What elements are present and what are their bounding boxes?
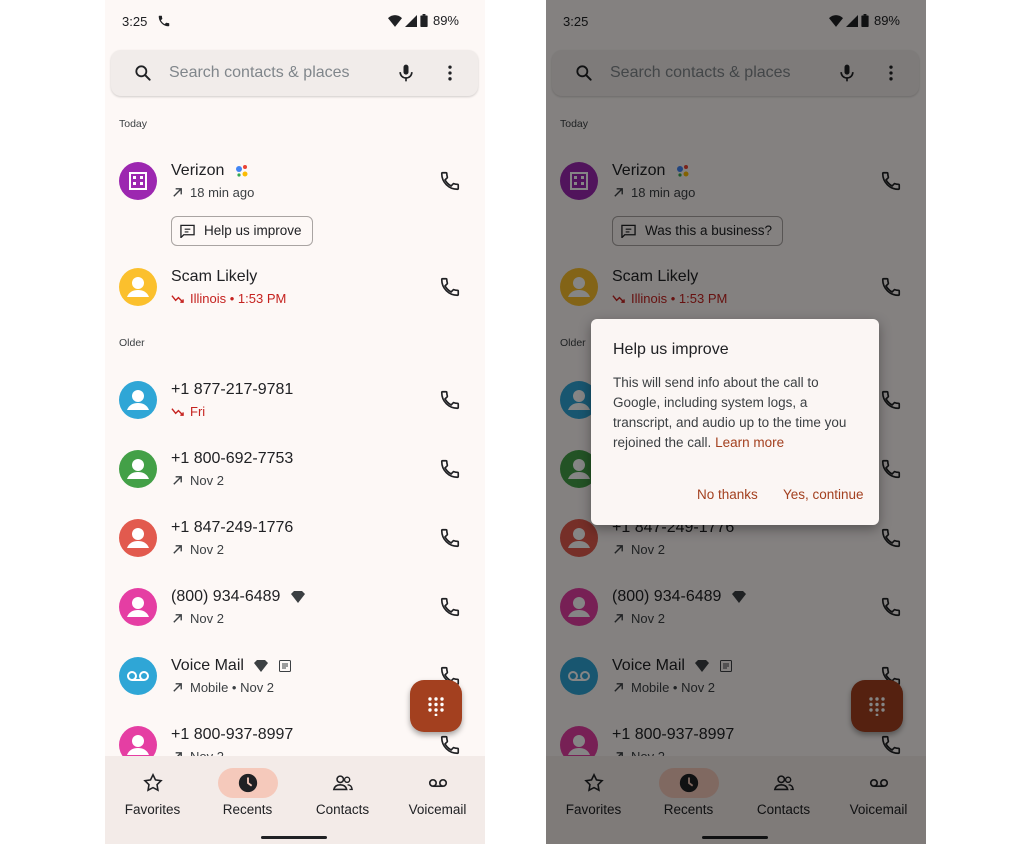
call-log-item[interactable]: +1 800-692-7753 Nov 2: [105, 438, 485, 500]
feedback-icon: [180, 224, 195, 238]
no-thanks-button[interactable]: No thanks: [697, 487, 758, 502]
call-back-icon[interactable]: [439, 458, 461, 480]
call-log-item[interactable]: +1 877-217-9781 Fri: [105, 369, 485, 431]
avatar: [119, 381, 157, 419]
nav-label: Favorites: [124, 802, 181, 817]
outgoing-call-icon: [173, 188, 182, 197]
call-back-icon[interactable]: [439, 276, 461, 298]
outgoing-call-icon: [173, 476, 182, 485]
outgoing-call-icon: [173, 683, 182, 692]
battery-icon: [420, 14, 428, 27]
verified-icon: [254, 659, 269, 672]
outgoing-call-icon: [173, 545, 182, 554]
assistant-icon: [235, 164, 248, 177]
call-log-item[interactable]: Verizon 18 min ago: [105, 150, 485, 212]
avatar: [119, 588, 157, 626]
missed-call-icon: [171, 295, 184, 303]
search-icon: [135, 65, 151, 81]
contact-name: +1 800-937-8997: [171, 726, 294, 743]
nav-recents[interactable]: Recents: [200, 756, 295, 844]
people-icon: [332, 775, 353, 791]
voicemail-icon: [428, 778, 447, 788]
microphone-icon[interactable]: [396, 62, 416, 84]
contact-name: +1 847-249-1776: [171, 519, 294, 536]
help-us-improve-dialog: Help us improve This will send info abou…: [591, 319, 879, 525]
nav-label: Voicemail: [408, 802, 467, 817]
section-header-older: Older: [119, 337, 145, 349]
business-icon: [119, 162, 157, 200]
call-back-icon[interactable]: [439, 389, 461, 411]
call-detail: 18 min ago: [171, 185, 254, 200]
ongoing-call-icon: [158, 15, 170, 27]
star-icon: [142, 772, 163, 792]
learn-more-link[interactable]: Learn more: [715, 435, 784, 450]
contact-name: Voice Mail: [171, 657, 291, 675]
avatar: [119, 268, 157, 306]
yes-continue-button[interactable]: Yes, continue: [783, 487, 864, 502]
search-input[interactable]: Search contacts & places: [169, 64, 350, 82]
contact-name: Scam Likely: [171, 268, 258, 285]
bottom-navigation: Favorites Recents Contacts Voicemail: [105, 756, 485, 844]
avatar: [119, 657, 157, 695]
help-us-improve-chip[interactable]: Help us improve: [171, 216, 313, 246]
nav-label: Contacts: [315, 802, 370, 817]
nav-voicemail[interactable]: Voicemail: [390, 756, 485, 844]
call-log-item[interactable]: (800) 934-6489 Nov 2: [105, 576, 485, 638]
call-detail: Nov 2: [171, 473, 224, 488]
clock-icon: [238, 773, 257, 793]
battery-percent: 89%: [432, 13, 459, 28]
person-icon: [119, 519, 157, 557]
verified-icon: [290, 590, 305, 603]
contact-name: +1 877-217-9781: [171, 381, 294, 398]
outgoing-call-icon: [173, 614, 182, 623]
contact-name: (800) 934-6489: [171, 588, 305, 606]
wifi-icon: [387, 14, 402, 27]
status-bar: 3:25 89%: [105, 0, 485, 44]
search-bar[interactable]: Search contacts & places: [111, 50, 478, 96]
person-icon: [119, 381, 157, 419]
contact-name: +1 800-692-7753: [171, 450, 294, 467]
avatar: [119, 162, 157, 200]
more-options-icon[interactable]: [440, 63, 460, 83]
call-detail: Mobile • Nov 2: [171, 680, 274, 695]
call-back-icon[interactable]: [439, 596, 461, 618]
section-header-today: Today: [119, 118, 148, 130]
status-time: 3:25: [122, 14, 148, 29]
call-log-item[interactable]: Scam Likely Illinois • 1:53 PM: [105, 256, 485, 318]
person-icon: [119, 268, 157, 306]
call-detail: Nov 2: [171, 611, 224, 626]
call-detail: Fri: [171, 404, 205, 419]
dialog-body: This will send info about the call to Go…: [613, 375, 847, 450]
transcript-icon: [278, 659, 291, 672]
avatar: [119, 519, 157, 557]
gesture-bar: [261, 836, 327, 839]
person-icon: [119, 588, 157, 626]
phone-screen-left: 3:25 89% Search contacts & places Today …: [105, 0, 485, 844]
nav-label: Recents: [222, 802, 273, 817]
dialpad-icon: [428, 697, 444, 716]
signal-icon: [404, 14, 417, 27]
missed-call-icon: [171, 408, 184, 416]
call-back-icon[interactable]: [439, 734, 461, 756]
dialpad-button[interactable]: [410, 680, 462, 732]
voicemail-icon: [119, 657, 157, 695]
avatar: [119, 450, 157, 488]
call-log-item[interactable]: +1 847-249-1776 Nov 2: [105, 507, 485, 569]
call-back-icon[interactable]: [439, 170, 461, 192]
call-detail: Illinois • 1:53 PM: [171, 291, 286, 306]
nav-favorites[interactable]: Favorites: [105, 756, 200, 844]
contact-name: Verizon: [171, 162, 249, 180]
person-icon: [119, 450, 157, 488]
call-detail: Nov 2: [171, 542, 224, 557]
nav-contacts[interactable]: Contacts: [295, 756, 390, 844]
call-back-icon[interactable]: [439, 527, 461, 549]
phone-screen-right: 3:25 89% Search contacts & places Today …: [546, 0, 926, 844]
dialog-title: Help us improve: [613, 341, 729, 358]
